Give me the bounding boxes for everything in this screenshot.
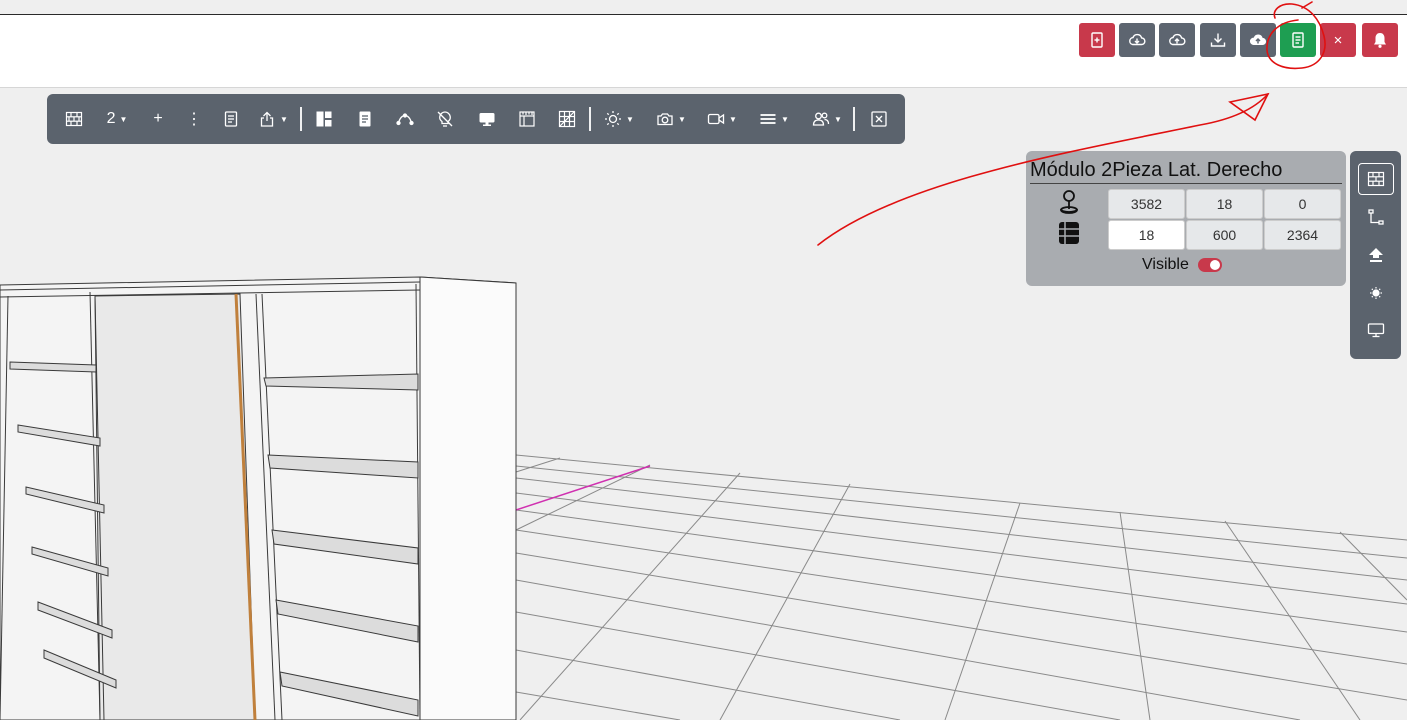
chevron-down-icon: ▼	[729, 114, 737, 124]
editor-toolbar: 2 ▼ + ⋮ ▼ ▼ ▼ ▼ ▼ ▼	[47, 94, 905, 144]
position-x-field[interactable]: 3582	[1108, 189, 1185, 219]
page-icon	[359, 111, 371, 127]
share-dropdown[interactable]: ▼	[257, 94, 289, 144]
chevron-down-icon: ▼	[834, 114, 842, 124]
toolbar-separator	[853, 107, 855, 131]
curve-icon	[396, 113, 414, 126]
dimension-depth-field[interactable]: 600	[1186, 220, 1263, 250]
cloud-upload-icon	[1169, 33, 1186, 46]
toolbar-separator	[300, 107, 302, 131]
upload-arrow-icon	[1369, 248, 1383, 262]
position-pin-icon	[1060, 190, 1078, 214]
annotation-tail	[1301, 1, 1313, 9]
node-path-icon	[1368, 209, 1384, 225]
wall-tool-button[interactable]	[63, 94, 85, 144]
grid-button[interactable]	[557, 94, 577, 144]
monitor-icon	[1367, 323, 1385, 338]
cloud-upload-filled-button[interactable]	[1240, 23, 1276, 57]
download-icon	[1210, 33, 1226, 47]
ruler-button[interactable]	[517, 94, 537, 144]
wall-icon	[1367, 171, 1385, 187]
cloud-upload-button[interactable]	[1159, 23, 1195, 57]
close-icon: ×	[1333, 31, 1343, 49]
sidebar-item-monitor[interactable]	[1358, 314, 1394, 346]
grid-icon	[558, 110, 576, 128]
visible-label: Visible	[1142, 256, 1189, 273]
right-sidebar	[1350, 151, 1401, 359]
layout-icon	[316, 111, 332, 127]
cabinet-model	[0, 276, 517, 720]
cloud-download-button[interactable]	[1119, 23, 1155, 57]
camera-dropdown[interactable]: ▼	[654, 94, 688, 144]
sidebar-item-light[interactable]	[1358, 277, 1394, 309]
cloud-upload-filled-icon	[1249, 34, 1267, 46]
file-plus-icon	[1091, 32, 1103, 48]
add-button[interactable]: +	[149, 94, 167, 144]
wall-icon	[65, 111, 83, 127]
position-y-field[interactable]: 18	[1186, 189, 1263, 219]
lines-icon	[760, 114, 776, 124]
close-toolbar-button[interactable]	[869, 94, 889, 144]
properties-panel: Módulo 2Pieza Lat. Derecho 3582 18 0 18 …	[1026, 151, 1346, 286]
dimension-height-field[interactable]: 2364	[1264, 220, 1341, 250]
document-button[interactable]	[1280, 23, 1316, 57]
floor-grid	[515, 454, 1407, 720]
users-dropdown[interactable]: ▼	[810, 94, 844, 144]
position-z-field[interactable]: 0	[1264, 189, 1341, 219]
document-tool-button[interactable]	[221, 94, 241, 144]
camera-icon	[657, 113, 673, 126]
curve-button[interactable]	[393, 94, 417, 144]
chevron-down-icon: ▼	[280, 114, 288, 124]
new-document-button[interactable]	[1079, 23, 1115, 57]
sidebar-item-wall[interactable]	[1358, 163, 1394, 195]
users-icon	[812, 112, 830, 126]
chevron-down-icon: ▼	[678, 114, 686, 124]
close-box-icon	[871, 111, 887, 127]
video-icon	[707, 113, 725, 125]
sidebar-item-path[interactable]	[1358, 201, 1394, 233]
layout-button[interactable]	[314, 94, 334, 144]
chevron-down-icon: ▼	[781, 114, 789, 124]
dimensions-icon	[1059, 222, 1079, 244]
dimension-width-field[interactable]: 18	[1108, 220, 1185, 250]
more-icon: ⋮	[186, 111, 202, 128]
add-icon: +	[153, 110, 163, 127]
video-dropdown[interactable]: ▼	[705, 94, 739, 144]
bell-icon	[1374, 33, 1386, 48]
ruler-icon	[519, 111, 535, 127]
download-button[interactable]	[1200, 23, 1236, 57]
notifications-button[interactable]	[1362, 23, 1398, 57]
more-button[interactable]: ⋮	[185, 94, 203, 144]
app-header: ×	[0, 15, 1407, 88]
chevron-down-icon: ▼	[626, 114, 634, 124]
panel-title: Módulo 2Pieza Lat. Derecho	[1030, 159, 1342, 184]
share-icon	[260, 111, 274, 127]
lightbulb-off-button[interactable]	[435, 94, 455, 144]
monitor-icon	[479, 113, 495, 126]
page-button[interactable]	[355, 94, 375, 144]
lines-dropdown[interactable]: ▼	[758, 94, 790, 144]
lighting-dropdown[interactable]: ▼	[603, 94, 635, 144]
toolbar-separator	[589, 107, 591, 131]
document-icon	[1292, 32, 1304, 48]
level-value: 2	[106, 110, 116, 127]
close-button[interactable]: ×	[1320, 23, 1356, 57]
toggle-knob	[1210, 260, 1220, 270]
cloud-download-icon	[1129, 33, 1146, 46]
chevron-down-icon: ▼	[119, 114, 128, 124]
visible-toggle[interactable]	[1198, 258, 1222, 272]
sun-icon	[605, 111, 622, 127]
level-dropdown[interactable]: 2 ▼	[103, 94, 131, 144]
lightbulb-off-icon	[437, 111, 453, 127]
sidebar-item-upload[interactable]	[1358, 239, 1394, 271]
monitor-button[interactable]	[476, 94, 498, 144]
document-icon	[224, 111, 238, 127]
sun-small-icon	[1370, 287, 1382, 299]
